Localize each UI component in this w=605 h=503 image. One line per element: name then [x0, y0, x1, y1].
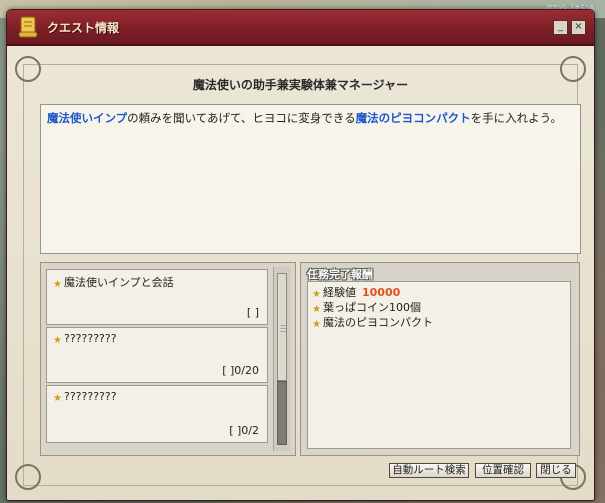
- objective-progress: [ ]: [246, 306, 259, 319]
- star-icon: ★: [312, 289, 321, 300]
- window-body: 魔法使いの助手兼実験体兼マネージャー 魔法使いインプの頼みを聞いてあげて、ヒヨコ…: [7, 46, 594, 500]
- star-icon: ★: [312, 319, 321, 330]
- reward-item: ★ 葉っぱコイン100個: [312, 300, 566, 315]
- objective-item[interactable]: ★????????? [ ]0/2: [46, 385, 268, 443]
- objective-name: ?????????: [64, 390, 117, 403]
- close-window-button[interactable]: ×: [571, 20, 586, 35]
- star-icon: ★: [53, 279, 62, 290]
- scroll-thumb-lower[interactable]: [277, 381, 287, 445]
- objectives-scrollbar[interactable]: — — —: [273, 267, 290, 451]
- objective-name: ?????????: [64, 332, 117, 345]
- quest-description: 魔法使いインプの頼みを聞いてあげて、ヒヨコに変身できる魔法のピヨコンパクトを手に…: [40, 104, 581, 254]
- position-check-button[interactable]: 位置確認: [475, 463, 531, 478]
- star-icon: ★: [53, 393, 62, 404]
- objectives-panel: ★ 魔法使いインプと会話 [ ] ★????????? [ ]0/20 ★????…: [40, 262, 296, 456]
- quest-title: 魔法使いの助手兼実験体兼マネージャー: [192, 78, 409, 92]
- objective-progress: [ ]0/20: [222, 364, 259, 377]
- objective-progress: [ ]0/2: [229, 424, 259, 437]
- description-text: を手に入れよう。: [470, 111, 562, 125]
- rewards-panel: 任務完了報酬 ★ 経験値 10000 ★ 葉っぱコイン100個 ★ 魔法のピヨコンパクト: [300, 262, 580, 456]
- npc-link[interactable]: 魔法使いインプ: [47, 111, 127, 125]
- minimize-button[interactable]: _: [553, 20, 568, 35]
- objective-item[interactable]: ★????????? [ ]0/20: [46, 327, 268, 383]
- close-button[interactable]: 閉じる: [536, 463, 576, 478]
- objective-item[interactable]: ★ 魔法使いインプと会話 [ ]: [46, 269, 268, 325]
- auto-route-search-button[interactable]: 自動ルート検索: [389, 463, 469, 478]
- scroll-thumb[interactable]: — — —: [277, 273, 287, 381]
- exp-label: 経験値: [323, 286, 356, 299]
- item-link[interactable]: 魔法のピヨコンパクト: [356, 111, 471, 125]
- reward-item: ★ 魔法のピヨコンパクト: [312, 315, 566, 330]
- objective-name: 魔法使いインプと会話: [64, 276, 174, 289]
- quest-info-window: クエスト情報 _ × 魔法使いの助手兼実験体兼マネージャー 魔法使いインプの頼み…: [6, 9, 595, 501]
- grip-icon: — — —: [280, 321, 287, 335]
- star-icon: ★: [53, 335, 62, 346]
- rewards-header: 任務完了報酬: [307, 268, 373, 281]
- exp-value: 10000: [362, 286, 401, 299]
- ornament-corner-icon: [15, 464, 41, 490]
- star-icon: ★: [312, 304, 321, 315]
- title-bar[interactable]: クエスト情報 _ ×: [7, 10, 594, 46]
- scroll-icon: [18, 16, 38, 38]
- reward-item-label: 魔法のピヨコンパクト: [323, 316, 433, 329]
- window-title: クエスト情報: [47, 21, 120, 35]
- reward-exp: ★ 経験値 10000: [312, 285, 566, 300]
- description-text: の頼みを聞いてあげて、ヒヨコに変身できる: [127, 111, 356, 125]
- rewards-list: ★ 経験値 10000 ★ 葉っぱコイン100個 ★ 魔法のピヨコンパクト: [307, 281, 571, 449]
- reward-item-label: 葉っぱコイン100個: [323, 301, 421, 314]
